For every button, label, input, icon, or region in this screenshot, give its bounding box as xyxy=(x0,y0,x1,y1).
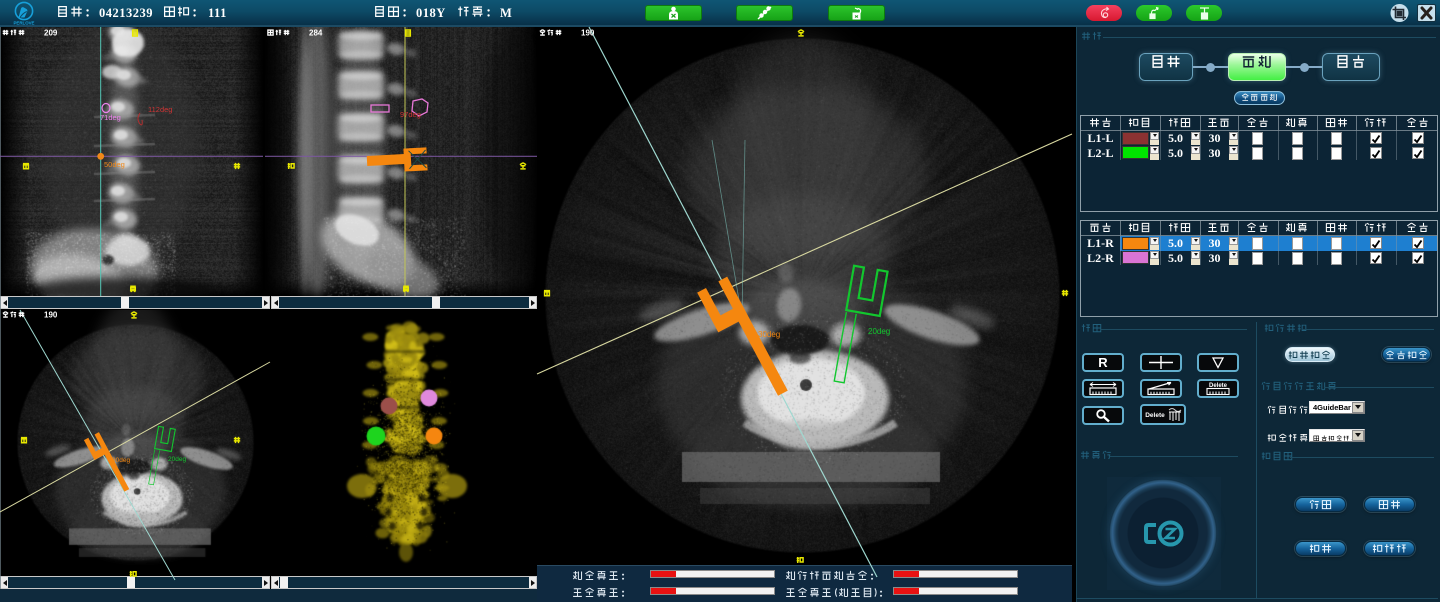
svg-text:PERLOVE: PERLOVE xyxy=(14,21,35,26)
svg-text:Delete: Delete xyxy=(1145,412,1165,419)
